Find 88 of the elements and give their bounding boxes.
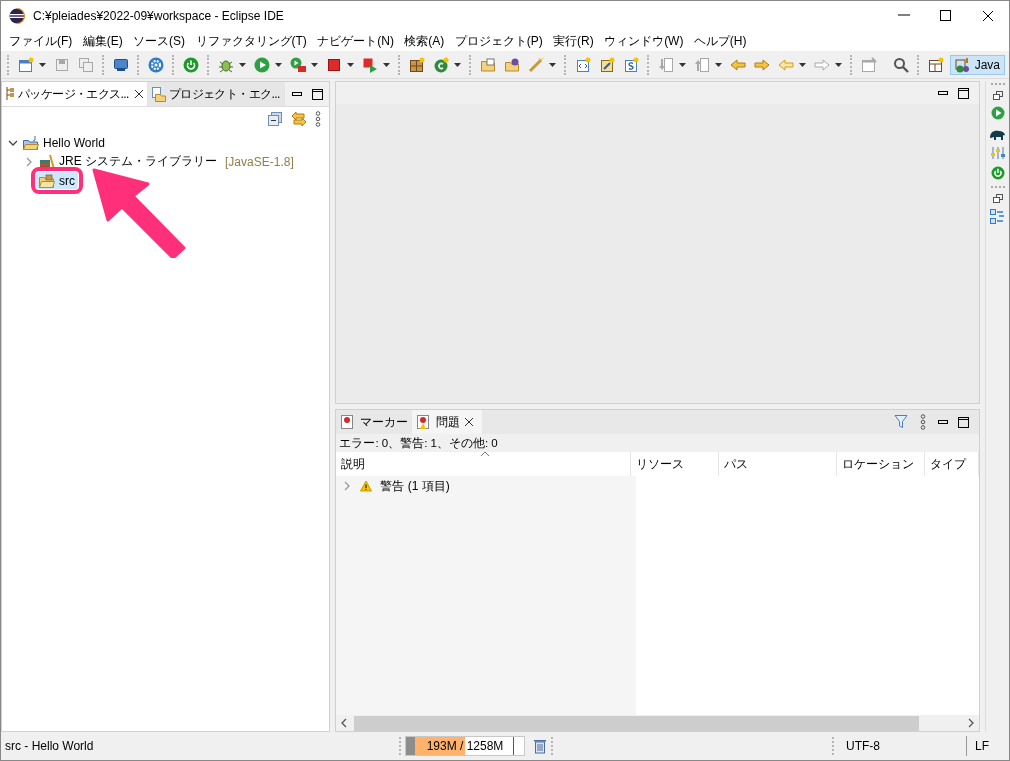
view-tab[interactable]: パッケージ・エクス... xyxy=(2,82,147,106)
project-explorer-icon xyxy=(149,86,166,102)
menu-item[interactable]: ソース(S) xyxy=(129,32,190,50)
view-tab[interactable]: マーカー xyxy=(336,410,413,434)
new-file-icon[interactable] xyxy=(18,56,34,73)
line-delimiter-text: LF xyxy=(975,739,990,753)
view-tab[interactable]: プロジェクト・エク... xyxy=(146,82,285,106)
caret-icon[interactable] xyxy=(383,62,390,67)
minimize-icon[interactable] xyxy=(938,90,949,96)
maximize-icon[interactable] xyxy=(312,88,324,100)
outline-icon[interactable] xyxy=(990,209,1006,224)
open-perspective-icon[interactable] xyxy=(927,56,944,73)
sort-caret-icon xyxy=(480,451,491,457)
close-icon[interactable] xyxy=(464,417,475,427)
monitor-icon[interactable] xyxy=(113,56,129,73)
maximize-icon[interactable] xyxy=(940,10,952,21)
play-icon[interactable] xyxy=(254,56,270,73)
menu-item[interactable]: プロジェクト(P) xyxy=(450,32,547,50)
close-icon[interactable] xyxy=(133,89,144,99)
caret-icon[interactable] xyxy=(549,62,556,67)
minimize-icon[interactable] xyxy=(292,91,303,97)
menu-item[interactable]: ナビゲート(N) xyxy=(313,32,398,50)
minimize-icon[interactable] xyxy=(938,419,949,425)
menu-item[interactable]: ファイル(F) xyxy=(5,32,77,50)
column-header[interactable]: タイプ xyxy=(925,452,980,476)
link-editor-icon[interactable] xyxy=(291,111,308,127)
chevron-right-icon[interactable] xyxy=(24,156,34,167)
package-tree-icon xyxy=(5,86,15,102)
script-file-icon[interactable] xyxy=(623,56,639,73)
restore-icon[interactable] xyxy=(992,194,1003,203)
code-file-icon[interactable] xyxy=(575,56,591,73)
heap-meter: 193M / 1258M xyxy=(405,736,525,756)
collapse-all-icon[interactable] xyxy=(267,111,284,127)
java-perspective-button[interactable]: Java xyxy=(949,54,1005,75)
menu-item[interactable]: リファクタリング(T) xyxy=(191,32,311,50)
caret-icon[interactable] xyxy=(275,62,282,67)
caret-icon[interactable] xyxy=(39,62,46,67)
horizontal-scrollbar[interactable] xyxy=(336,715,980,731)
package-icon[interactable] xyxy=(409,56,425,73)
problems-summary: エラー: 0、警告: 1、その他: 0 xyxy=(336,434,980,452)
trash-icon[interactable] xyxy=(533,738,547,754)
play-coverage-icon[interactable] xyxy=(290,56,306,73)
problem-group[interactable]: 警告 (1 項目) xyxy=(380,477,450,495)
eclipse-logo-icon xyxy=(9,8,25,24)
right-arrow-icon[interactable] xyxy=(754,56,770,73)
status-text: src - Hello World xyxy=(5,739,95,753)
new-class-icon[interactable] xyxy=(433,56,449,73)
play-icon[interactable] xyxy=(990,106,1005,120)
chevron-left-icon[interactable] xyxy=(340,718,349,728)
perspective-icon xyxy=(954,56,971,73)
stop-icon[interactable] xyxy=(326,56,342,73)
sliders-icon[interactable] xyxy=(989,146,1006,160)
project-folder-icon xyxy=(23,134,39,151)
restore-icon[interactable] xyxy=(992,91,1003,100)
close-icon[interactable] xyxy=(982,10,994,22)
column-header[interactable]: パス xyxy=(719,452,837,476)
maximize-icon[interactable] xyxy=(958,416,970,428)
search-icon[interactable] xyxy=(892,56,909,73)
menu-item[interactable]: ウィンドウ(W) xyxy=(600,32,688,50)
encoding-text: UTF-8 xyxy=(845,739,881,753)
power-icon[interactable] xyxy=(183,56,199,73)
menu-item[interactable]: 編集(E) xyxy=(78,32,127,50)
caret-icon[interactable] xyxy=(454,62,461,67)
caret-icon[interactable] xyxy=(311,62,318,67)
caret-icon[interactable] xyxy=(239,62,246,67)
tree-item[interactable]: Hello World xyxy=(20,134,108,151)
sparkle-file-icon[interactable] xyxy=(599,56,615,73)
kebab-menu-icon[interactable] xyxy=(920,414,927,430)
power-icon[interactable] xyxy=(990,166,1005,180)
chevron-right-icon[interactable] xyxy=(967,718,976,728)
gear-icon[interactable] xyxy=(148,56,164,73)
left-arrow-icon[interactable] xyxy=(730,56,746,73)
caret-icon[interactable] xyxy=(799,62,806,67)
folder-icon[interactable] xyxy=(480,56,496,73)
window-title: C:¥pleiades¥2022-09¥workspace - Eclipse IDE xyxy=(33,9,285,23)
menu-item[interactable]: ヘルプ(H) xyxy=(689,32,751,50)
column-header[interactable]: ロケーション xyxy=(836,452,926,476)
filter-icon[interactable] xyxy=(894,414,909,430)
view-tab[interactable]: 問題 xyxy=(412,410,483,434)
warning-icon xyxy=(360,480,373,492)
package-folder-icon xyxy=(39,172,55,189)
maximize-icon[interactable] xyxy=(958,87,970,99)
menu-item[interactable]: 検索(A) xyxy=(400,32,449,50)
menu-item[interactable]: 実行(R) xyxy=(549,32,598,50)
external-tool-icon[interactable] xyxy=(362,56,378,73)
caret-icon[interactable] xyxy=(347,62,354,67)
kebab-menu-icon[interactable] xyxy=(315,111,322,127)
folder-icon[interactable] xyxy=(504,56,520,73)
